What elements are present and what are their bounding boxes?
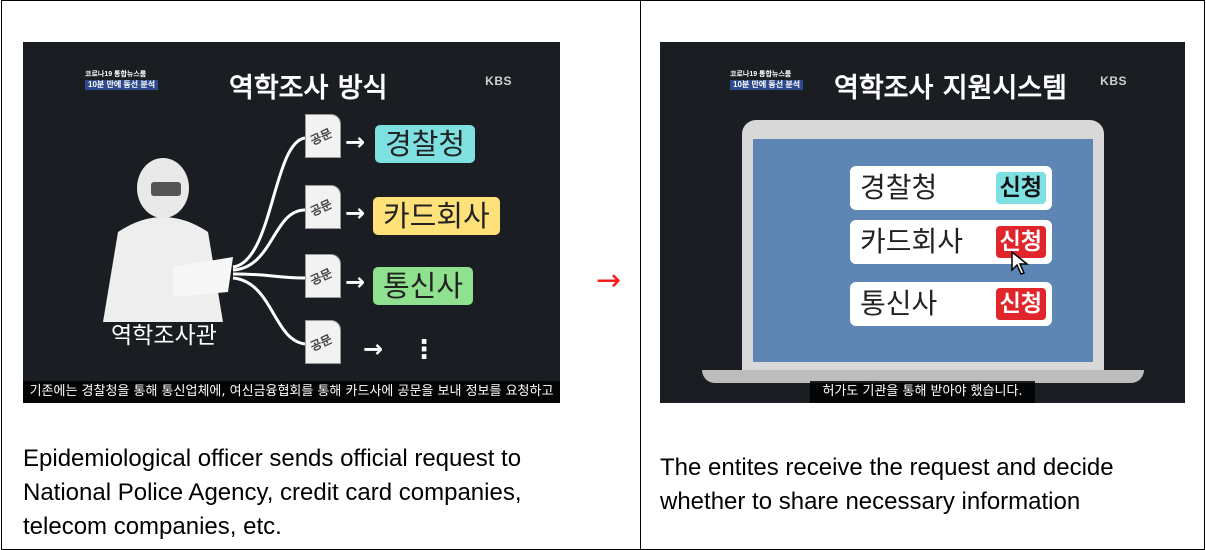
right-subtitle: 허가도 기관을 통해 받아야 했습니다. (810, 381, 1035, 403)
destination-card: 카드회사 (373, 197, 500, 235)
more-icon: ⋮ (411, 334, 437, 364)
news-tag-line1: 코로나19 통합뉴스룸 (730, 71, 792, 78)
row-label: 카드회사 (860, 225, 964, 258)
destination-telecom: 통신사 (373, 267, 474, 305)
news-tag: 코로나19 통합뉴스룸 10분 만에 동선 분석 (730, 71, 804, 90)
row-label: 통신사 (860, 287, 938, 320)
arrow-icon: → (363, 335, 384, 363)
destination-police: 경찰청 (375, 125, 476, 163)
arrow-icon: → (345, 199, 366, 227)
kbs-logo: KBS (1100, 74, 1127, 88)
arrow-icon: → (345, 268, 366, 296)
officer-label: 역학조사관 (111, 323, 217, 349)
document-icon: 공문 (305, 320, 341, 364)
right-screenshot: 코로나19 통합뉴스룸 10분 만에 동선 분석 KBS 역학조사 지원시스템 … (660, 42, 1185, 403)
document-label: 공문 (308, 125, 335, 148)
apply-button[interactable]: 신청 (995, 288, 1046, 320)
document-icon: 공문 (305, 254, 341, 298)
cursor-icon (1011, 250, 1030, 275)
document-icon: 공문 (305, 114, 341, 158)
document-label: 공문 (308, 196, 335, 219)
document-icon: 공문 (305, 185, 341, 229)
right-title: 역학조사 지원시스템 (834, 73, 1067, 104)
right-caption: The entites receive the request and deci… (660, 454, 1114, 515)
document-label: 공문 (308, 331, 335, 354)
left-caption: Epidemiological officer sends official r… (23, 445, 522, 540)
left-screenshot: 코로나19 통합뉴스룸 10분 만에 동선 분석 KBS 역학조사 방식 공문 … (23, 42, 560, 403)
right-arrow-icon: → (596, 263, 622, 298)
row-label: 경찰청 (860, 171, 938, 204)
request-row-telecom: 통신사 신청 (850, 282, 1052, 326)
document-label: 공문 (308, 265, 335, 288)
apply-button[interactable]: 신청 (995, 172, 1046, 204)
request-row-police: 경찰청 신청 (850, 166, 1052, 210)
arrow-icon: → (345, 128, 366, 156)
left-subtitle: 기존에는 경찰청을 통해 통신업체에, 여신금융협회를 통해 카드사에 공문을 … (23, 381, 560, 403)
news-tag-line2: 10분 만에 동선 분석 (730, 80, 804, 90)
